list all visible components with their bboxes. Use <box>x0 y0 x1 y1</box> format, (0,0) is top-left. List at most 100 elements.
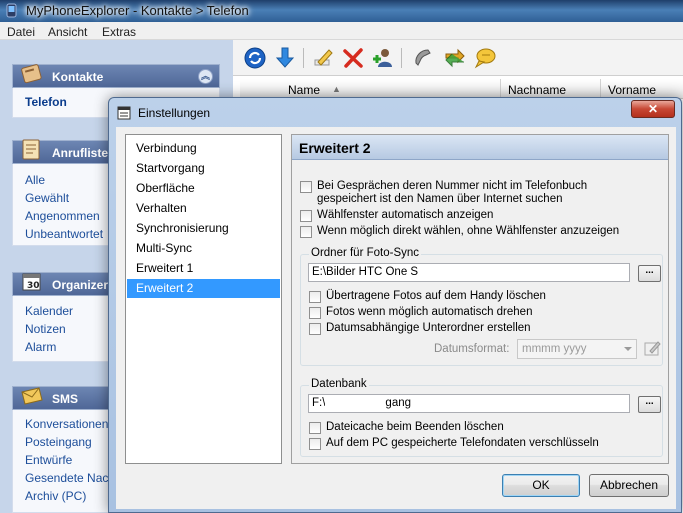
database-path-prefix: F:\ <box>312 397 326 410</box>
nav-item-verbindung[interactable]: Verbindung <box>127 139 280 158</box>
call-list-icon <box>22 139 40 160</box>
message-bubble-icon[interactable] <box>473 46 497 70</box>
column-nachname[interactable]: Nachname <box>508 83 566 97</box>
sync-arrows-icon[interactable] <box>443 46 467 70</box>
database-legend: Datenbank <box>309 378 369 390</box>
database-group: Datenbank F:\ gang ... Dateicache beim Be… <box>300 378 663 457</box>
nav-item-erweitert-2[interactable]: Erweitert 2 <box>127 279 280 298</box>
nav-item-startvorgang[interactable]: Startvorgang <box>127 159 280 178</box>
toolbar-separator <box>303 48 304 68</box>
edit-icon[interactable] <box>311 46 335 70</box>
sidebar-item-entwuerfe[interactable]: Entwürfe <box>25 453 72 467</box>
group-title-organizer: Organizer <box>52 278 109 292</box>
contacts-book-icon <box>21 64 42 84</box>
settings-category-list[interactable]: Verbindung Startvorgang Oberfläche Verha… <box>125 134 282 464</box>
column-vorname[interactable]: Vorname <box>608 83 656 97</box>
organizer-icon: 30 <box>22 273 41 291</box>
nav-item-verhalten[interactable]: Verhalten <box>127 199 280 218</box>
sort-ascending-icon: ▲ <box>332 84 341 94</box>
photo-folder-browse-button[interactable]: ... <box>638 265 661 282</box>
sidebar-item-posteingang[interactable]: Posteingang <box>25 435 92 449</box>
svg-text:30: 30 <box>27 281 40 291</box>
add-contact-icon[interactable] <box>371 46 395 70</box>
sidebar-item-kalender[interactable]: Kalender <box>25 304 73 318</box>
date-format-select[interactable]: mmmm yyyy <box>517 339 637 359</box>
dropdown-arrow-icon <box>624 347 632 351</box>
nav-item-oberflaeche[interactable]: Oberfläche <box>127 179 280 198</box>
group-title-kontakte: Kontakte <box>52 70 104 84</box>
dialog-title: Einstellungen <box>138 106 211 120</box>
collapse-chevron-icon[interactable]: ︽ <box>198 69 213 84</box>
download-icon[interactable] <box>273 46 297 70</box>
sidebar-item-telefon[interactable]: Telefon <box>25 95 67 109</box>
checkbox[interactable] <box>309 323 321 335</box>
nav-item-synchronisierung[interactable]: Synchronisierung <box>127 219 280 238</box>
menu-bar: Datei Ansicht Extras <box>0 22 683 40</box>
menu-datei[interactable]: Datei <box>7 25 35 39</box>
checkbox[interactable] <box>300 181 312 193</box>
date-format-edit-icon[interactable] <box>643 339 662 358</box>
phone-call-icon[interactable] <box>411 46 435 70</box>
checkbox[interactable] <box>309 291 321 303</box>
title-separator: - <box>129 3 141 18</box>
sidebar-item-unbeantwortet[interactable]: Unbeantwortet <box>25 227 103 241</box>
sidebar-group-kontakte[interactable]: Kontakte ︽ <box>12 64 220 88</box>
photo-sync-group: Ordner für Foto-Sync E:\Bilder HTC One S… <box>300 247 663 366</box>
sidebar-item-notizen[interactable]: Notizen <box>25 322 66 336</box>
main-toolbar <box>233 40 683 76</box>
option-label: Dateicache beim Beenden löschen <box>326 421 504 433</box>
dialog-close-button[interactable]: ✕ <box>631 100 675 118</box>
dialog-content: Verbindung Startvorgang Oberfläche Verha… <box>116 127 676 509</box>
checkbox[interactable] <box>309 422 321 434</box>
sidebar-item-archiv[interactable]: Archiv (PC) <box>25 489 86 503</box>
panel-title: Erweitert 2 <box>299 140 371 156</box>
cancel-button[interactable]: Abbrechen <box>589 474 669 497</box>
column-name[interactable]: Name <box>288 83 320 97</box>
nav-item-multi-sync[interactable]: Multi-Sync <box>127 239 280 258</box>
option-label: Wählfenster automatisch anzeigen <box>317 209 494 221</box>
option-label: Fotos wenn möglich automatisch drehen <box>326 306 533 318</box>
photo-folder-input[interactable]: E:\Bilder HTC One S <box>308 263 630 282</box>
sms-envelope-icon <box>21 387 43 405</box>
column-divider <box>600 79 601 99</box>
window-title: MyPhoneExplorer - Kontakte > Telefon <box>26 3 249 18</box>
group-title-sms: SMS <box>52 392 79 406</box>
contacts-grid-header: Name ▲ Nachname Vorname <box>240 79 683 99</box>
date-format-label: Datumsformat: <box>434 343 510 355</box>
settings-dialog: Einstellungen ✕ Verbindung Startvorgang … <box>108 97 682 513</box>
checkbox[interactable] <box>309 438 321 450</box>
nav-item-erweitert-1[interactable]: Erweitert 1 <box>127 259 280 278</box>
panel-header: Erweitert 2 <box>292 135 668 160</box>
redacted-path-segment <box>325 397 386 409</box>
date-format-value: mmmm yyyy <box>522 343 587 355</box>
checkbox[interactable] <box>300 226 312 238</box>
dialog-window-icon <box>117 106 131 120</box>
delete-icon[interactable] <box>341 46 365 70</box>
column-divider <box>500 79 501 99</box>
option-label: Wenn möglich direkt wählen, ohne Wählfen… <box>317 225 620 237</box>
app-name: MyPhoneExplorer <box>26 3 130 18</box>
main-title-bar[interactable]: MyPhoneExplorer - Kontakte > Telefon <box>0 0 683 22</box>
database-browse-button[interactable]: ... <box>638 396 661 413</box>
database-path-suffix: gang <box>385 397 412 410</box>
menu-extras[interactable]: Extras <box>102 25 136 39</box>
option-label: Übertragene Fotos auf dem Handy löschen <box>326 290 546 302</box>
app-phone-icon <box>6 3 17 18</box>
option-label: Bei Gesprächen deren Nummer nicht im Tel… <box>317 180 588 205</box>
sidebar-item-gewaehlt[interactable]: Gewählt <box>25 191 69 205</box>
photo-sync-legend: Ordner für Foto-Sync <box>309 247 422 259</box>
checkbox[interactable] <box>309 307 321 319</box>
ok-button[interactable]: OK <box>502 474 580 497</box>
sidebar-item-alarm[interactable]: Alarm <box>25 340 56 354</box>
title-breadcrumb: Kontakte > Telefon <box>140 3 249 18</box>
checkbox[interactable] <box>300 210 312 222</box>
database-path-input[interactable]: F:\ gang <box>308 394 630 413</box>
sidebar-item-gesendete[interactable]: Gesendete Nach <box>25 471 115 485</box>
sidebar-item-angenommen[interactable]: Angenommen <box>25 209 100 223</box>
sidebar-item-alle[interactable]: Alle <box>25 173 45 187</box>
settings-panel: Erweitert 2 Bei Gesprächen deren Nummer … <box>291 134 669 464</box>
sidebar-item-konversationen[interactable]: Konversationen <box>25 417 108 431</box>
option-label: Datumsabhängige Unterordner erstellen <box>326 322 531 334</box>
refresh-icon[interactable] <box>243 46 267 70</box>
menu-ansicht[interactable]: Ansicht <box>48 25 87 39</box>
